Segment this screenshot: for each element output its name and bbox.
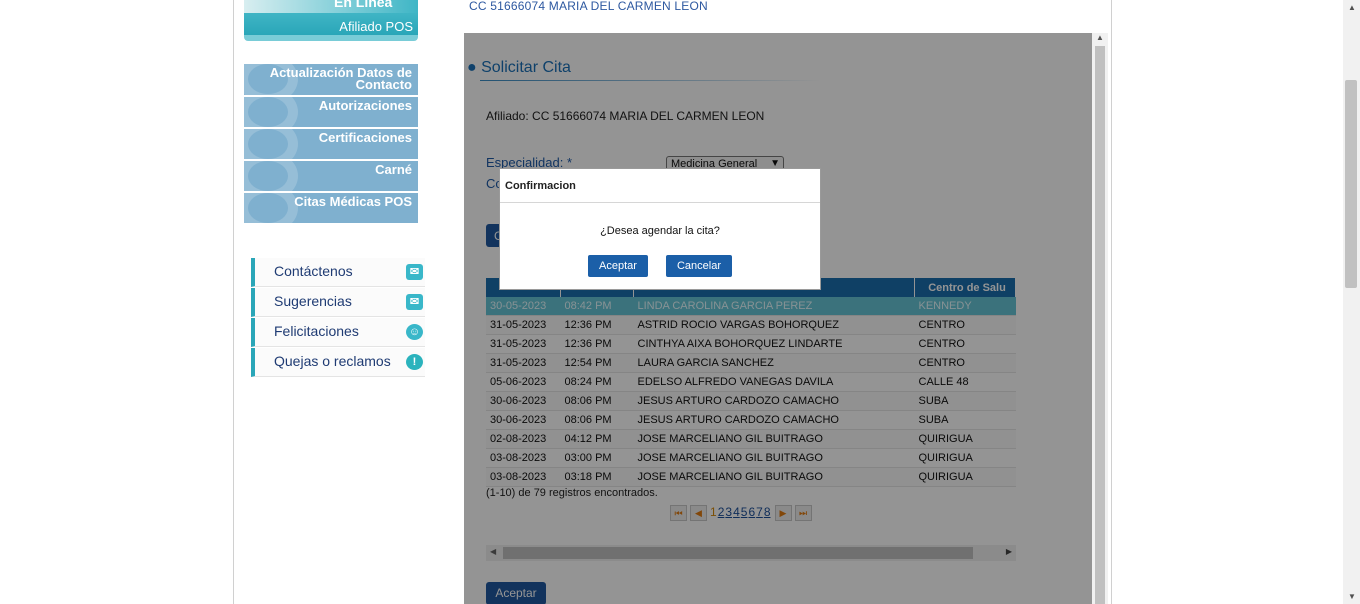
confirm-dialog: Confirmacion ¿Desea agendar la cita? Ace…: [499, 168, 821, 290]
menu-item-citas-medicas[interactable]: Citas Médicas POS: [244, 193, 418, 223]
modal-overlay: [464, 33, 1092, 604]
brand-banner: En Línea: [244, 0, 418, 13]
content-scrollbar[interactable]: ▲: [1092, 33, 1108, 604]
content-scroll-thumb[interactable]: [1095, 46, 1105, 604]
menu-item-autorizaciones[interactable]: Autorizaciones: [244, 97, 418, 127]
smile-icon: ☺: [406, 324, 423, 340]
dialog-cancel-button[interactable]: Cancelar: [666, 255, 732, 277]
dialog-message: ¿Desea agendar la cita?: [600, 225, 720, 237]
page-scroll-down-icon[interactable]: ▼: [1348, 592, 1356, 601]
menu-item-carne[interactable]: Carné: [244, 161, 418, 191]
link-sugerencias[interactable]: Sugerencias ✉: [251, 288, 425, 317]
link-felicitaciones[interactable]: Felicitaciones ☺: [251, 318, 425, 347]
envelope-open-icon: ✉: [406, 294, 423, 310]
patient-line: CC 51666074 MARIA DEL CARMEN LEON: [469, 0, 708, 13]
page-scroll-thumb[interactable]: [1345, 80, 1357, 288]
dialog-title: Confirmacion: [505, 180, 576, 192]
sidebar-menu: Actualización Datos de Contacto Autoriza…: [244, 64, 418, 225]
exclamation-icon: !: [406, 354, 423, 370]
envelope-icon: ✉: [406, 264, 423, 280]
dialog-accept-button[interactable]: Aceptar: [588, 255, 648, 277]
page-scrollbar[interactable]: ▲ ▼: [1343, 0, 1360, 604]
brand-text: En Línea: [334, 0, 393, 10]
menu-item-certificaciones[interactable]: Certificaciones: [244, 129, 418, 159]
page-scroll-up-icon[interactable]: ▲: [1348, 3, 1356, 12]
menu-item-actualizacion[interactable]: Actualización Datos de Contacto: [244, 64, 418, 95]
link-contactenos[interactable]: Contáctenos ✉: [251, 258, 425, 287]
sidebar-links: Contáctenos ✉ Sugerencias ✉ Felicitaciones…: [251, 258, 425, 378]
link-quejas[interactable]: Quejas o reclamos!: [251, 348, 425, 377]
dialog-divider: [500, 202, 820, 203]
afiliado-pos-label: Afiliado POS: [244, 13, 418, 41]
scroll-up-icon[interactable]: ▲: [1096, 33, 1104, 42]
